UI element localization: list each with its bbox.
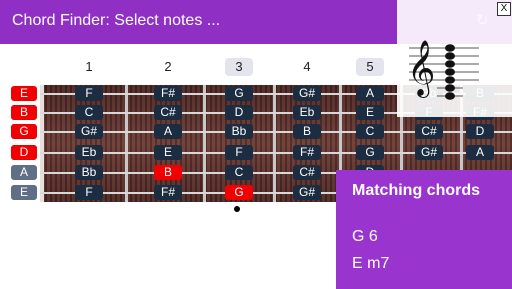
- fret-note[interactable]: G#: [293, 86, 321, 101]
- fret-note[interactable]: G#: [293, 185, 321, 200]
- fret-note[interactable]: G#: [415, 145, 443, 160]
- panel-title: Matching chords: [352, 182, 481, 199]
- staff-notation: 𝄞: [407, 40, 479, 100]
- fret-note[interactable]: C: [225, 165, 253, 180]
- fret-note[interactable]: G: [225, 86, 253, 101]
- fret-marker-dot: [234, 206, 240, 212]
- fret-note[interactable]: C: [75, 105, 103, 120]
- fret-note[interactable]: D: [225, 105, 253, 120]
- fret-note[interactable]: Bb: [225, 124, 253, 139]
- fret-note[interactable]: F: [75, 185, 103, 200]
- open-string-2[interactable]: B: [11, 105, 37, 120]
- fret-note[interactable]: F#: [154, 185, 182, 200]
- fret-note[interactable]: Eb: [75, 145, 103, 160]
- fret-note[interactable]: F#: [154, 86, 182, 101]
- fret-note[interactable]: E: [154, 145, 182, 160]
- treble-clef-icon: 𝄞: [407, 40, 435, 98]
- fret-note[interactable]: A: [356, 86, 384, 101]
- fret-note[interactable]: C#: [415, 124, 443, 139]
- fret-note[interactable]: Bb: [75, 165, 103, 180]
- fret-note[interactable]: E: [356, 105, 384, 120]
- open-string-4[interactable]: D: [11, 145, 37, 160]
- chord-noteheads: [445, 44, 455, 100]
- fret-note[interactable]: F#: [293, 145, 321, 160]
- fret-wire: [203, 85, 206, 202]
- open-string-1[interactable]: E: [11, 86, 37, 101]
- matching-chords-panel: Matching chords G 6 E m7: [336, 170, 512, 289]
- fret-note[interactable]: B: [293, 124, 321, 139]
- fret-number-1: 1: [85, 59, 93, 74]
- fret-note[interactable]: C#: [154, 105, 182, 120]
- fret-note[interactable]: F: [75, 86, 103, 101]
- fret-number-4: 4: [303, 59, 311, 74]
- chord-result[interactable]: E m7: [352, 255, 389, 273]
- fret-number-5[interactable]: 5: [356, 58, 384, 76]
- fret-note-selected[interactable]: G: [225, 185, 253, 200]
- fret-number-3[interactable]: 3: [225, 58, 253, 76]
- fret-note-selected[interactable]: B: [154, 165, 182, 180]
- page-title: Chord Finder: Select notes ...: [12, 12, 221, 29]
- fret-note[interactable]: F: [225, 145, 253, 160]
- fret-wire: [125, 85, 128, 202]
- fret-note[interactable]: A: [466, 145, 494, 160]
- chord-result[interactable]: G 6: [352, 228, 378, 246]
- fret-note[interactable]: Eb: [293, 105, 321, 120]
- fret-note[interactable]: C: [356, 124, 384, 139]
- fret-note[interactable]: G#: [75, 124, 103, 139]
- fret-note[interactable]: D: [466, 124, 494, 139]
- nut: [40, 85, 44, 202]
- fret-note[interactable]: C#: [293, 165, 321, 180]
- close-button[interactable]: X: [497, 2, 511, 16]
- open-string-6[interactable]: E: [11, 185, 37, 200]
- fret-note[interactable]: A: [154, 124, 182, 139]
- fret-note[interactable]: G: [356, 145, 384, 160]
- fret-wire: [273, 85, 276, 202]
- open-string-5[interactable]: A: [11, 165, 37, 180]
- fret-number-2: 2: [164, 59, 172, 74]
- open-string-3[interactable]: G: [11, 124, 37, 139]
